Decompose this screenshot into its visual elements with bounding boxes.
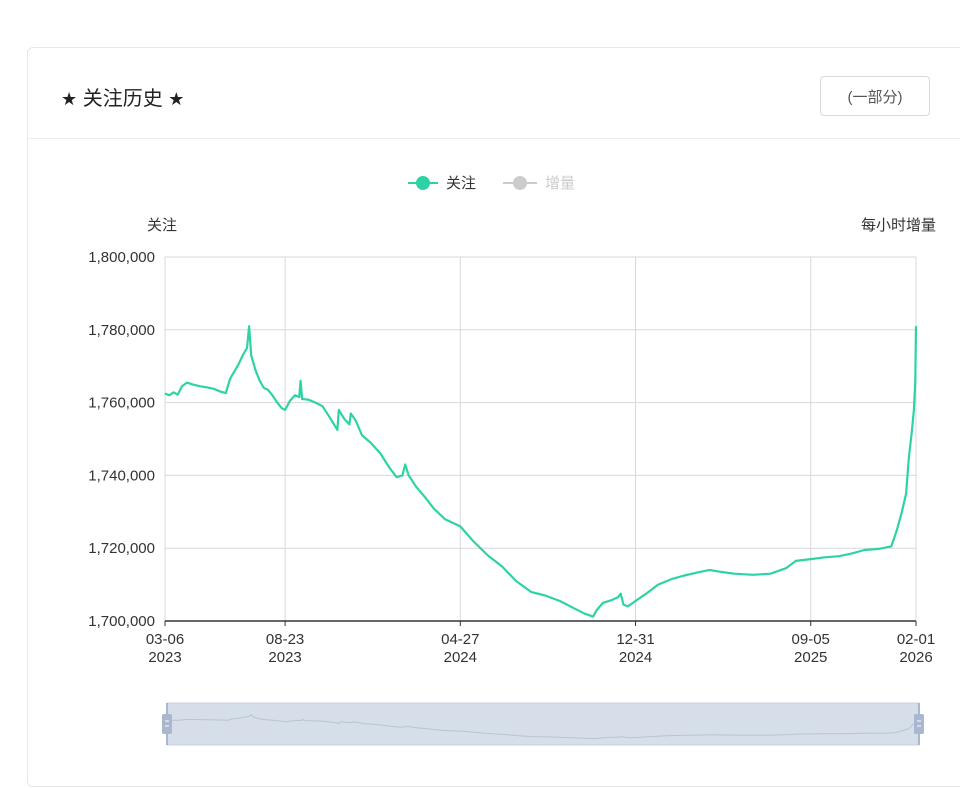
zoom-handle-left[interactable] — [162, 714, 172, 734]
x-tick-label: 02-01 — [897, 631, 935, 648]
y-tick-label: 1,800,000 — [88, 249, 155, 266]
x-tick-year-label: 2026 — [899, 649, 932, 666]
legend-label-increment: 增量 — [545, 175, 575, 192]
series-line-follow — [164, 325, 918, 618]
x-tick-label: 12-31 — [616, 631, 654, 648]
legend-marker-increment — [513, 176, 527, 190]
x-tick-year-label: 2023 — [148, 649, 181, 666]
follow-history-chart: 1,700,000 1,720,000 1,740,000 1,760,000 1,78… — [88, 175, 936, 746]
x-tick-year-label: 2024 — [444, 649, 477, 666]
legend-label-follow: 关注 — [446, 175, 476, 192]
zoom-slider-track — [166, 702, 920, 746]
y-tick-label: 1,720,000 — [88, 540, 155, 557]
y-tick-label: 1,780,000 — [88, 322, 155, 339]
y-tick-label: 1,700,000 — [88, 613, 155, 630]
x-tick-year-label: 2024 — [619, 649, 652, 666]
legend-marker-follow — [416, 176, 430, 190]
y-axis-name: 关注 — [147, 217, 177, 234]
x-tick-year-label: 2025 — [794, 649, 827, 666]
x-tick-year-label: 2023 — [268, 649, 301, 666]
x-tick-label: 08-23 — [266, 631, 304, 648]
x-tick-label: 09-05 — [792, 631, 830, 648]
zoom-handle-right[interactable] — [914, 714, 924, 734]
y-tick-label: 1,760,000 — [88, 395, 155, 412]
x-tick-label: 04-27 — [441, 631, 479, 648]
y-tick-label: 1,740,000 — [88, 467, 155, 484]
y2-axis-name: 每小时增量 — [861, 217, 936, 234]
x-tick-label: 03-06 — [146, 631, 184, 648]
